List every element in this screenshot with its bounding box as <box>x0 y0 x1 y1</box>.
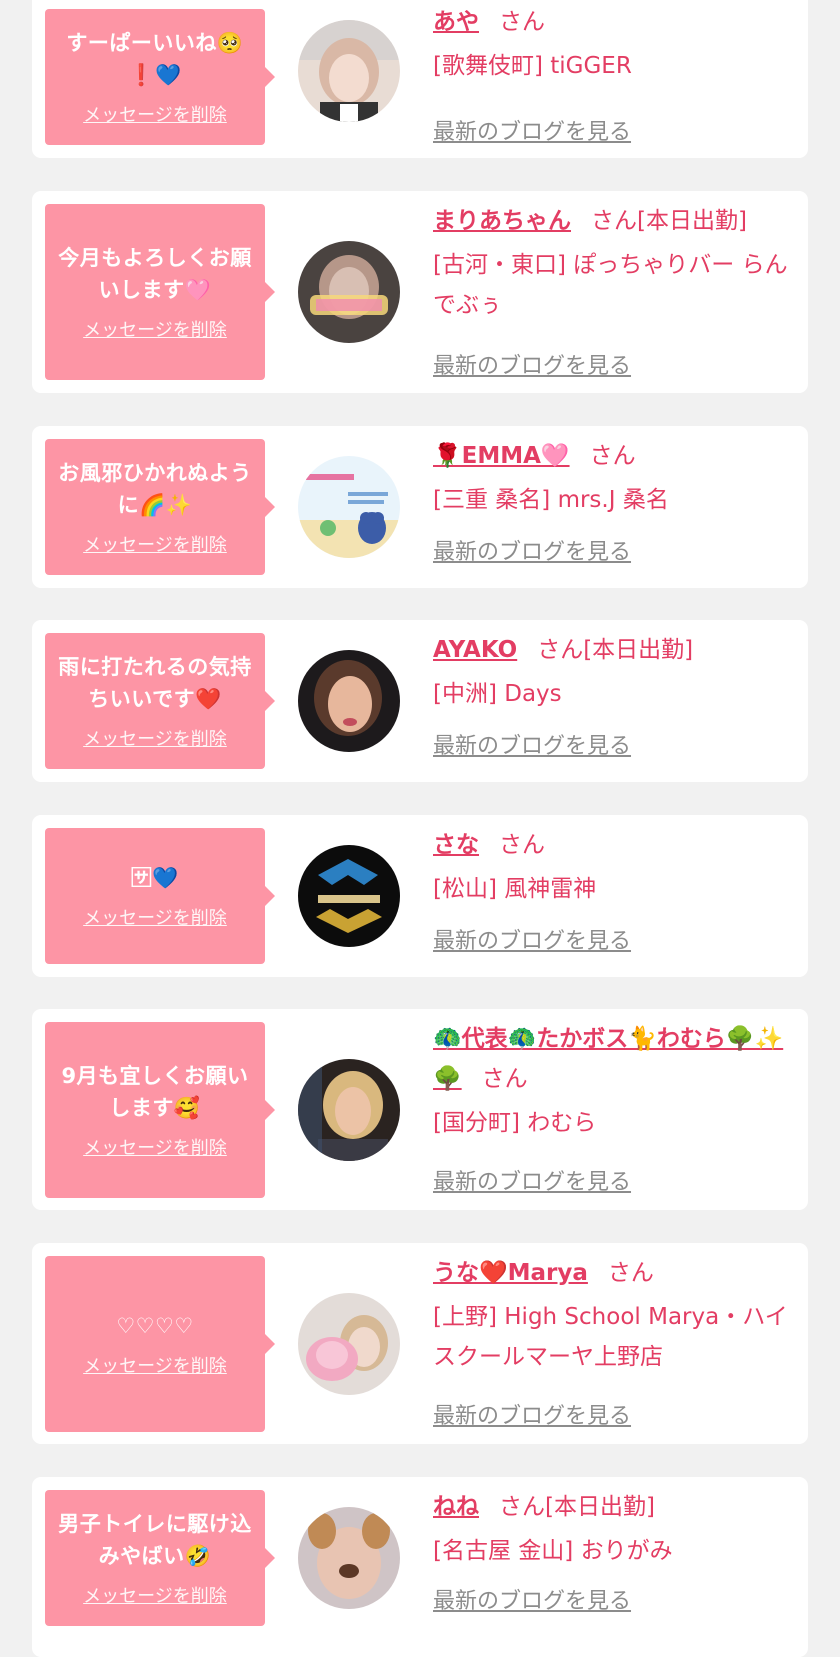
honorific: さん <box>499 1494 545 1520</box>
honorific: さん <box>591 208 637 234</box>
entry-info: まりあちゃん さん[本日出勤] [古河・東口] ぽっちゃりバー らんでぶぅ <box>433 201 796 325</box>
avatar[interactable] <box>298 650 400 752</box>
entry-info: ねね さん[本日出勤] [名古屋 金山] おりがみ <box>433 1487 796 1571</box>
honorific: さん <box>607 1260 654 1286</box>
honorific: さん <box>537 637 584 663</box>
delete-message-link[interactable]: メッセージを削除 <box>83 1582 227 1608</box>
name-line: AYAKO さん[本日出勤] <box>433 630 796 670</box>
message-text: お風邪ひかれぬように🌈✨ <box>58 461 252 517</box>
name-line: さな さん <box>433 825 796 865</box>
profile-name-link[interactable]: うな❤️Marya <box>433 1260 588 1286</box>
honorific: さん <box>499 832 545 858</box>
avatar-illustration-icon <box>298 456 400 558</box>
message-text: 🈂💙 <box>130 866 180 890</box>
entry-info: 🌹EMMA🩷 さん [三重 桑名] mrs.J 桑名 <box>433 436 796 520</box>
avatar[interactable] <box>298 1059 400 1161</box>
message-text: 今月もよろしくお願いします🩷 <box>58 246 252 302</box>
delete-message-link[interactable]: メッセージを削除 <box>83 316 227 342</box>
latest-blog-link[interactable]: 最新のブログを見る <box>433 1398 631 1430</box>
message-text: 雨に打たれるの気持ちいいです❤️ <box>58 655 252 711</box>
list-item: 9月も宜しくお願いします🥰 メッセージを削除 🦚代表🦚たかボス🐈わむら🌳✨🌳 さん… <box>32 1009 808 1210</box>
avatar[interactable] <box>298 845 400 947</box>
name-line: うな❤️Marya さん <box>433 1253 796 1293</box>
avatar-photo-icon <box>298 1059 400 1161</box>
name-line: まりあちゃん さん[本日出勤] <box>433 201 796 241</box>
shop-label: [古河・東口] ぽっちゃりバー らんでぶぅ <box>433 252 788 318</box>
avatar[interactable] <box>298 1293 400 1395</box>
message-text: ♡♡♡♡ <box>116 1314 194 1338</box>
message-text: 9月も宜しくお願いします🥰 <box>61 1064 249 1120</box>
honorific: さん <box>499 9 545 35</box>
message-text: 男子トイレに駆け込みやばい🤣 <box>58 1512 252 1568</box>
latest-blog-link[interactable]: 最新のブログを見る <box>433 534 631 566</box>
latest-blog-link[interactable]: 最新のブログを見る <box>433 1164 631 1196</box>
list-item: 今月もよろしくお願いします🩷 メッセージを削除 まりあちゃん さん[本日出勤] [… <box>32 191 808 393</box>
status-badge: [本日出勤] <box>545 1494 655 1520</box>
message-bubble: ♡♡♡♡ メッセージを削除 <box>45 1256 275 1432</box>
entry-info: さな さん [松山] 風神雷神 <box>433 825 796 909</box>
profile-name-link[interactable]: さな <box>433 832 479 858</box>
profile-name-link[interactable]: あや <box>433 9 479 35</box>
message-bubble: すーぱーいいね🥺❗💙 メッセージを削除 <box>45 9 275 145</box>
message-bubble: 9月も宜しくお願いします🥰 メッセージを削除 <box>45 1022 275 1198</box>
entry-info: 🦚代表🦚たかボス🐈わむら🌳✨🌳 さん [国分町] わむら <box>433 1019 796 1143</box>
avatar-photo-icon <box>298 1293 400 1395</box>
shop-label: [国分町] わむら <box>433 1110 597 1136</box>
entry-info: あや さん [歌舞伎町] tiGGER <box>433 2 796 86</box>
list-item: 雨に打たれるの気持ちいいです❤️ メッセージを削除 AYAKO さん[本日出勤] … <box>32 620 808 782</box>
message-bubble: お風邪ひかれぬように🌈✨ メッセージを削除 <box>45 439 275 575</box>
honorific: さん <box>481 1066 528 1092</box>
list-item: ♡♡♡♡ メッセージを削除 うな❤️Marya さん [上野] High Scho… <box>32 1243 808 1444</box>
latest-blog-link[interactable]: 最新のブログを見る <box>433 1583 631 1615</box>
shop-label: [名古屋 金山] おりがみ <box>433 1538 673 1564</box>
profile-name-link[interactable]: 🌹EMMA🩷 <box>433 443 570 469</box>
honorific: さん <box>589 443 636 469</box>
avatar[interactable] <box>298 20 400 122</box>
message-bubble: 今月もよろしくお願いします🩷 メッセージを削除 <box>45 204 275 380</box>
message-bubble: 雨に打たれるの気持ちいいです❤️ メッセージを削除 <box>45 633 275 769</box>
latest-blog-link[interactable]: 最新のブログを見る <box>433 923 631 955</box>
latest-blog-link[interactable]: 最新のブログを見る <box>433 114 631 146</box>
list-item: 男子トイレに駆け込みやばい🤣 メッセージを削除 ねね さん[本日出勤] [名古屋 … <box>32 1477 808 1657</box>
list-item: お風邪ひかれぬように🌈✨ メッセージを削除 🌹EMMA🩷 さん [三重 桑名] m… <box>32 426 808 588</box>
delete-message-link[interactable]: メッセージを削除 <box>83 531 227 557</box>
name-line: 🌹EMMA🩷 さん <box>433 436 796 476</box>
shop-label: [三重 桑名] mrs.J 桑名 <box>433 487 669 513</box>
delete-message-link[interactable]: メッセージを削除 <box>83 1134 227 1160</box>
name-line: ねね さん[本日出勤] <box>433 1487 796 1527</box>
delete-message-link[interactable]: メッセージを削除 <box>83 1352 227 1378</box>
status-badge: [本日出勤] <box>637 208 747 234</box>
latest-blog-link[interactable]: 最新のブログを見る <box>433 728 631 760</box>
name-line: 🦚代表🦚たかボス🐈わむら🌳✨🌳 さん <box>433 1019 796 1099</box>
message-text: すーぱーいいね🥺❗💙 <box>66 31 244 87</box>
avatar[interactable] <box>298 241 400 343</box>
name-line: あや さん <box>433 2 796 42</box>
avatar-photo-icon <box>298 650 400 752</box>
delete-message-link[interactable]: メッセージを削除 <box>83 101 227 127</box>
avatar-photo-icon <box>298 20 400 122</box>
avatar-photo-icon <box>298 1507 400 1609</box>
profile-name-link[interactable]: まりあちゃん <box>433 208 571 234</box>
list-item: 🈂💙 メッセージを削除 さな さん [松山] 風神雷神 最新のブログを見る <box>32 815 808 977</box>
message-bubble: 男子トイレに駆け込みやばい🤣 メッセージを削除 <box>45 1490 275 1626</box>
avatar[interactable] <box>298 1507 400 1609</box>
status-badge: [本日出勤] <box>583 637 694 663</box>
message-list: すーぱーいいね🥺❗💙 メッセージを削除 あや さん [歌舞伎町] tiGGER 最… <box>0 0 840 1657</box>
avatar[interactable] <box>298 456 400 558</box>
profile-name-link[interactable]: AYAKO <box>433 637 517 663</box>
entry-info: うな❤️Marya さん [上野] High School Marya・ハイスクー… <box>433 1253 796 1377</box>
avatar-photo-icon <box>298 241 400 343</box>
avatar-logo-icon <box>298 845 400 947</box>
list-item: すーぱーいいね🥺❗💙 メッセージを削除 あや さん [歌舞伎町] tiGGER 最… <box>32 0 808 158</box>
delete-message-link[interactable]: メッセージを削除 <box>83 904 227 930</box>
entry-info: AYAKO さん[本日出勤] [中洲] Days <box>433 630 796 714</box>
delete-message-link[interactable]: メッセージを削除 <box>83 725 227 751</box>
profile-name-link[interactable]: ねね <box>433 1494 479 1520</box>
message-bubble: 🈂💙 メッセージを削除 <box>45 828 275 964</box>
shop-label: [松山] 風神雷神 <box>433 876 597 902</box>
shop-label: [中洲] Days <box>433 681 562 707</box>
shop-label: [上野] High School Marya・ハイスクールマーヤ上野店 <box>433 1304 788 1370</box>
shop-label: [歌舞伎町] tiGGER <box>433 53 632 79</box>
latest-blog-link[interactable]: 最新のブログを見る <box>433 348 631 380</box>
